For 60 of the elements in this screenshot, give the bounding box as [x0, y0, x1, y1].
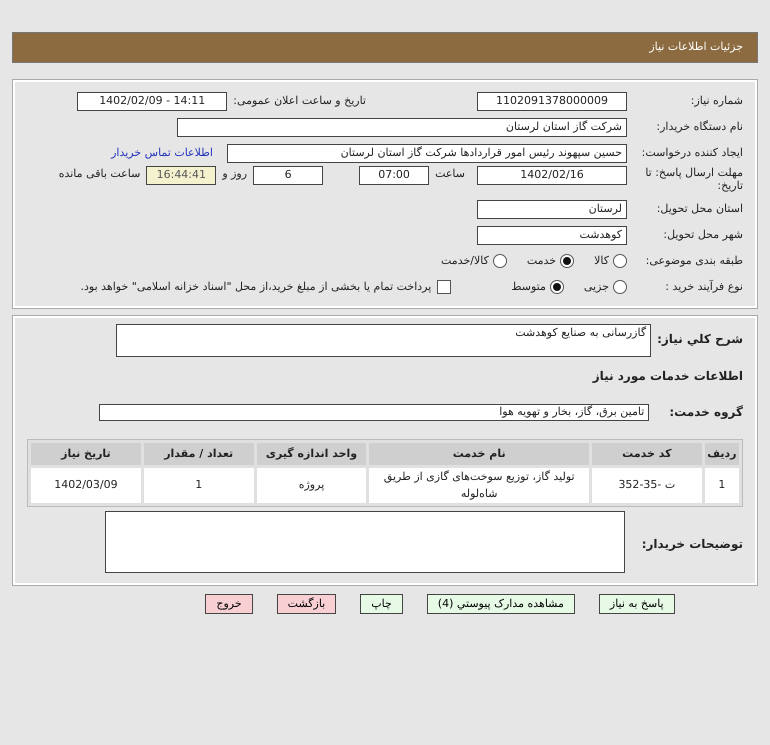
- announce-date-field[interactable]: 1402/02/09 - 14:11: [77, 92, 228, 110]
- field-label: تاریخ و ساعت اعلان عمومی:: [233, 92, 366, 109]
- field-label: شماره نیاز:: [690, 92, 743, 109]
- radio-label: متوسط: [511, 278, 546, 295]
- column-header: تعداد / مقدار: [144, 443, 254, 465]
- service-group-field[interactable]: تامین برق، گاز، بخار و تهویه هوا: [99, 404, 650, 420]
- table-cell: 1: [144, 468, 254, 503]
- radio-button[interactable]: [613, 280, 627, 294]
- buyer-notes-field[interactable]: [105, 511, 625, 573]
- action-button[interactable]: مشاهده مدارک پیوستي (4): [426, 594, 575, 614]
- radio-label: کالا/خدمت: [441, 252, 489, 269]
- action-button[interactable]: بازگشت: [276, 594, 336, 614]
- description-field[interactable]: گازرسانی به صنایع کوهدشت: [116, 324, 652, 357]
- field-label: مهلت ارسال پاسخ: تا تاریخ:: [644, 166, 743, 192]
- city-field[interactable]: کوهدشت: [477, 226, 627, 244]
- need-number-field[interactable]: 1102091378000009: [477, 92, 627, 110]
- requester-field[interactable]: حسین سپهوند رئیس امور قراردادها شرکت گاز استان لرستان: [227, 144, 627, 162]
- checkbox[interactable]: [437, 280, 452, 294]
- buyer-org-field[interactable]: شرکت گاز استان لرستان: [177, 118, 627, 136]
- field-label: ساعت: [435, 166, 465, 182]
- field-label: نام دستگاه خریدار:: [655, 118, 743, 135]
- field-label: شرح کلي نياز:: [657, 331, 743, 348]
- field-label: ایجاد کننده درخواست:: [640, 144, 743, 161]
- field-label: ساعت باقی مانده: [58, 166, 140, 182]
- radio-button[interactable]: [560, 254, 574, 268]
- action-button[interactable]: خروج: [205, 594, 253, 614]
- column-header: تاریخ نیاز: [31, 443, 141, 465]
- time-field[interactable]: 07:00: [359, 166, 430, 185]
- action-button[interactable]: چاپ: [360, 594, 403, 614]
- table-cell: پروژه: [256, 468, 366, 503]
- date-field[interactable]: 1402/02/16: [477, 166, 627, 185]
- table-cell: ت -35-352: [592, 468, 702, 503]
- field-label: شهر محل تحویل:: [662, 226, 743, 243]
- column-header: نام خدمت: [369, 443, 589, 465]
- field-label: نوع فرآیند خرید :: [664, 278, 743, 295]
- days-field[interactable]: 6: [253, 166, 324, 185]
- radio-label: کالا: [594, 252, 609, 269]
- column-header: ردیف: [704, 443, 739, 465]
- remaining-time-field[interactable]: 16:44:41: [146, 166, 216, 185]
- radio-button[interactable]: [492, 254, 507, 268]
- table-cell: 1: [704, 468, 739, 503]
- province-field[interactable]: لرستان: [477, 200, 627, 218]
- field-label: گروه خدمت:: [669, 404, 743, 421]
- radio-button[interactable]: [550, 280, 564, 294]
- table-cell: 1402/03/09: [31, 468, 141, 503]
- column-header: کد خدمت: [592, 443, 702, 465]
- table-cell: تولید گاز، توزیع سوخت‌های گازی از طریق شاه‌لوله: [369, 468, 589, 503]
- contact-link[interactable]: اطلاعات تماس خریدار: [111, 144, 213, 162]
- column-header: واحد اندازه گیری: [256, 443, 366, 465]
- radio-label: جزیی: [584, 278, 609, 295]
- action-button[interactable]: پاسخ به نیاز: [598, 594, 675, 614]
- field-label: توضیحات خریدار:: [640, 536, 743, 553]
- field-label: استان محل تحویل:: [656, 200, 743, 217]
- section-heading: اطلاعات خدمات مورد نیاز: [592, 368, 743, 385]
- radio-button[interactable]: [613, 254, 627, 268]
- checkbox-label: پرداخت تمام یا بخشی از مبلغ خرید،از محل "اسناد خزانه اسلامی" خواهد بود.: [80, 278, 432, 295]
- field-label: روز و: [222, 166, 248, 182]
- field-label: طبقه بندی موضوعی:: [644, 252, 743, 269]
- page-title: جزئیات اطلاعات نیاز: [649, 39, 743, 56]
- radio-label: خدمت: [526, 252, 556, 269]
